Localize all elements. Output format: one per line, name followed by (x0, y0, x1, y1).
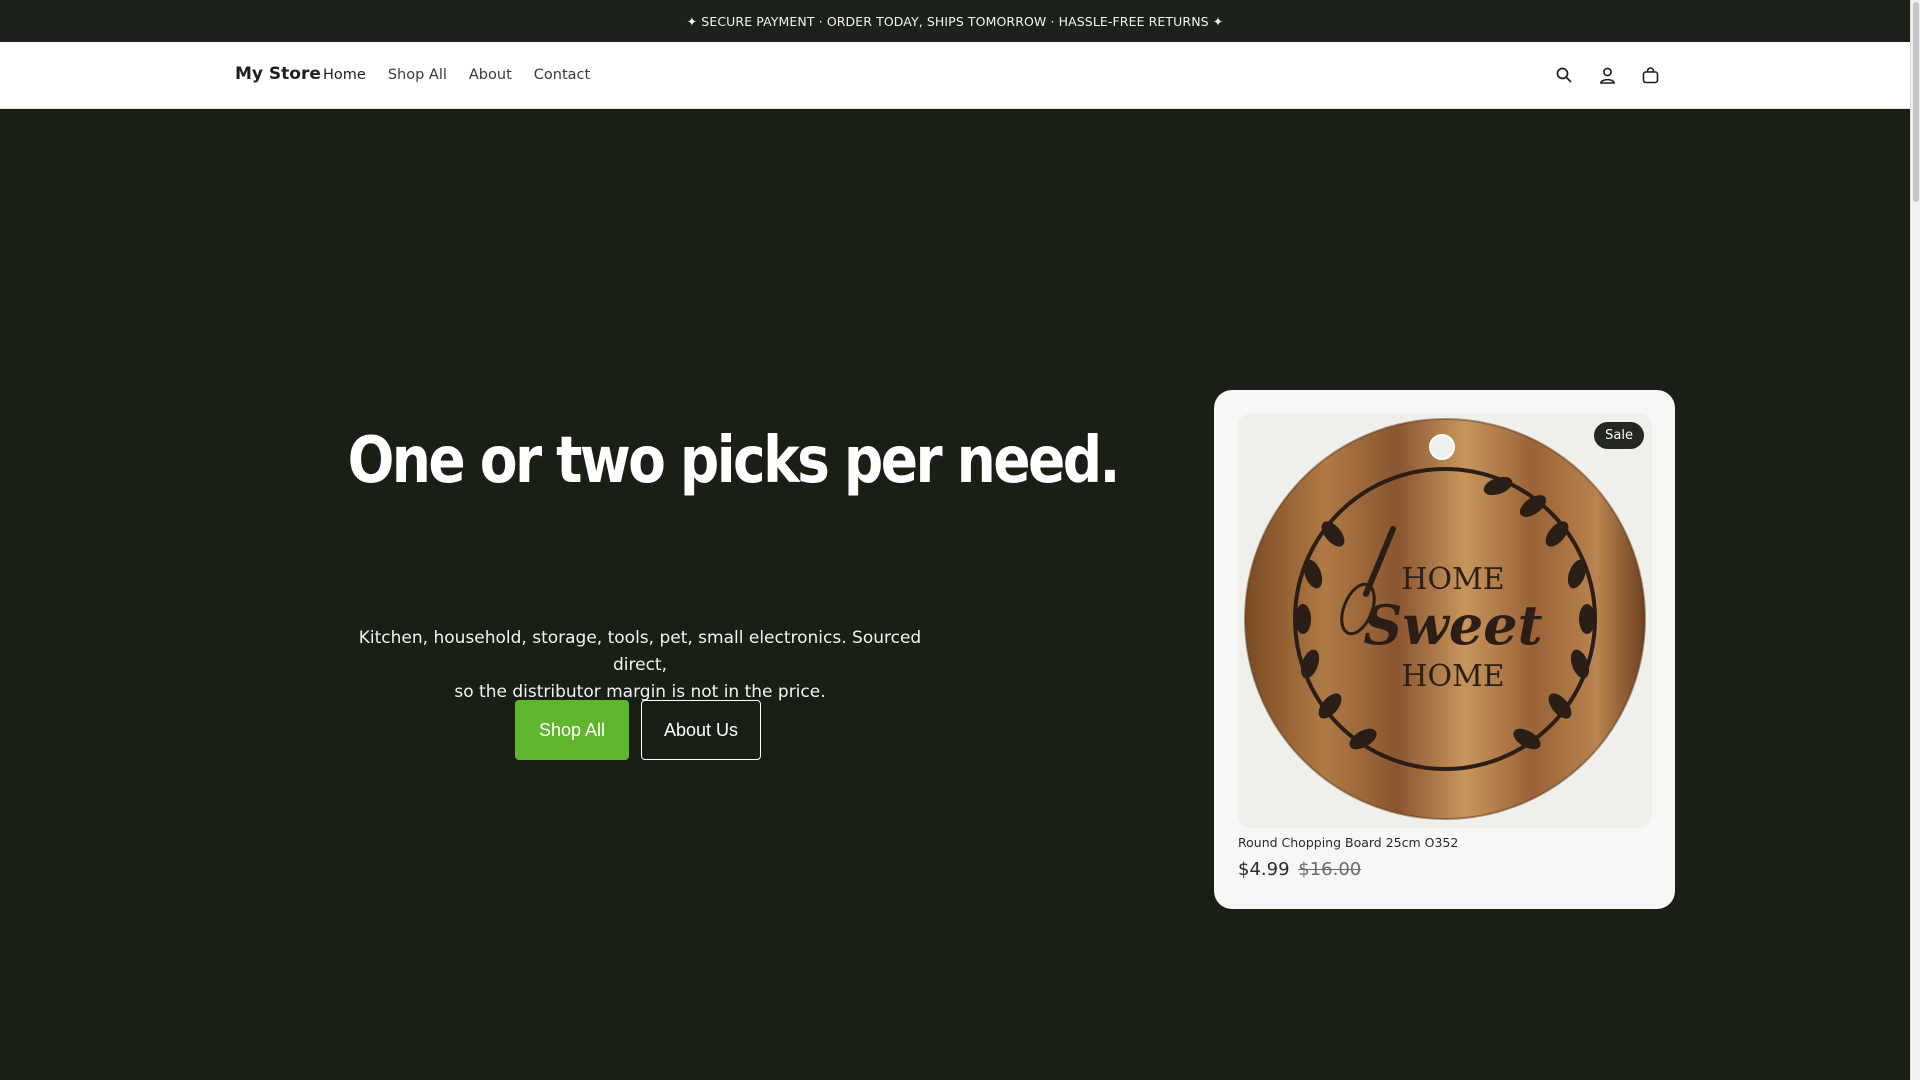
announcement-bar: ✦ SECURE PAYMENT · ORDER TODAY, SHIPS TO… (0, 0, 1910, 42)
announcement-text: ✦ SECURE PAYMENT · ORDER TODAY, SHIPS TO… (686, 13, 1224, 29)
product-image[interactable]: HOME Sweet HOME Sale (1238, 414, 1652, 828)
scrollbar[interactable] (1910, 0, 1920, 1080)
search-icon[interactable] (1553, 64, 1575, 86)
hero-headline: One or two picks per need. (347, 424, 1121, 498)
board-text-sweet: Sweet (1363, 593, 1542, 657)
account-icon[interactable] (1596, 64, 1618, 86)
about-us-button[interactable]: About Us (641, 700, 761, 760)
product-name[interactable]: Round Chopping Board 25cm O352 (1238, 835, 1458, 850)
main-nav: Home Shop All About Contact (323, 67, 590, 83)
hero-subtitle-line2: so the distributor margin is not in the … (454, 682, 826, 702)
store-logo[interactable]: My Store (235, 64, 321, 84)
compare-price: $16.00 (1298, 859, 1362, 880)
sale-price: $4.99 (1238, 859, 1290, 880)
nav-home[interactable]: Home (323, 67, 366, 83)
hero-buttons: Shop All About Us (515, 700, 761, 760)
cart-icon[interactable] (1639, 64, 1661, 86)
header-icons (1553, 64, 1661, 86)
board-text-home-bottom: HOME (1401, 659, 1504, 694)
nav-about[interactable]: About (469, 67, 512, 83)
scrollbar-thumb[interactable] (1913, 2, 1919, 202)
site-header: My Store Home Shop All About Contact (0, 42, 1910, 109)
chopping-board-image: HOME Sweet HOME (1244, 418, 1646, 820)
hang-hole (1429, 434, 1455, 460)
hero-subtitle: Kitchen, household, storage, tools, pet,… (330, 625, 950, 706)
product-card[interactable]: HOME Sweet HOME Sale Round Chopping Boar… (1214, 390, 1675, 909)
shop-all-button[interactable]: Shop All (515, 700, 629, 760)
nav-shop-all[interactable]: Shop All (388, 67, 447, 83)
sale-badge: Sale (1594, 422, 1644, 449)
board-text-home-top: HOME (1401, 562, 1504, 597)
page: ✦ SECURE PAYMENT · ORDER TODAY, SHIPS TO… (0, 0, 1920, 1080)
hero-subtitle-line1: Kitchen, household, storage, tools, pet,… (358, 628, 922, 675)
nav-contact[interactable]: Contact (534, 67, 590, 83)
product-price-row: $4.99 $16.00 (1238, 859, 1361, 880)
